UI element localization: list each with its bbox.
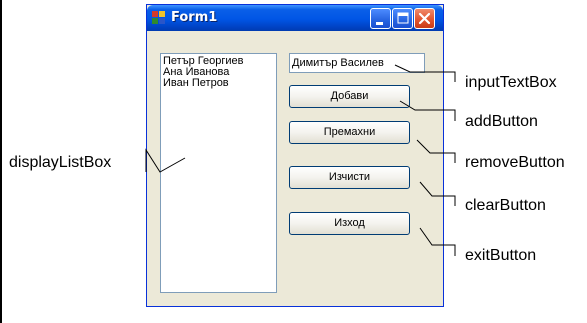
annotation-exit-button: exitButton xyxy=(465,247,537,264)
display-list-box[interactable]: Петър Георгиев Ана Иванова Иван Петров xyxy=(160,53,277,293)
maximize-button[interactable] xyxy=(392,8,413,29)
window-title: Form1 xyxy=(171,10,218,25)
list-item[interactable]: Иван Петров xyxy=(163,78,276,89)
exit-button[interactable]: Изход xyxy=(289,212,410,235)
page-border-line xyxy=(0,0,2,323)
remove-button[interactable]: Премахни xyxy=(289,121,410,144)
annotation-add-button: addButton xyxy=(465,113,538,130)
form-icon xyxy=(152,11,166,25)
minimize-icon xyxy=(376,22,383,25)
annotation-input-text-box: inputTextBox xyxy=(465,74,557,91)
close-button[interactable] xyxy=(414,8,435,29)
input-text-box[interactable]: Димитър Василев xyxy=(289,53,425,73)
annotation-display-list-box: displayListBox xyxy=(9,154,112,171)
add-button[interactable]: Добави xyxy=(289,85,410,108)
title-bar[interactable]: Form1 xyxy=(147,5,443,31)
annotation-remove-button: removeButton xyxy=(465,154,565,171)
clear-button[interactable]: Изчисти xyxy=(289,166,410,189)
annotation-clear-button: clearButton xyxy=(465,197,546,214)
maximize-icon xyxy=(397,12,409,24)
minimize-button[interactable] xyxy=(370,8,391,29)
close-icon xyxy=(418,12,431,25)
form1-window: Form1 Петър Георгиев Ана Иванова Иван Пе… xyxy=(146,4,444,307)
